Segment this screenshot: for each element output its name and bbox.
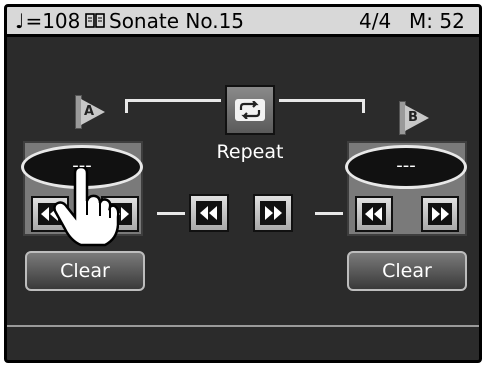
connector-line-top-right (279, 99, 365, 102)
repeat-label: Repeat (216, 141, 284, 163)
beat-display: 4/4 (359, 9, 392, 33)
marker-b-clear-button[interactable]: Clear (347, 251, 467, 291)
connector-line-left-down (125, 99, 128, 113)
screen: ♩=108 Sonate No.15 4/4 M: 52 A B Repeat … (4, 4, 482, 363)
rewind-icon (196, 201, 222, 225)
tempo-display: ♩=108 (15, 7, 80, 35)
rewind-icon (362, 203, 386, 225)
marker-a-clear-button[interactable]: Clear (25, 251, 145, 291)
flag-letter-a: A (84, 104, 95, 119)
connector-line-top-left (125, 99, 221, 102)
repeat-button[interactable] (225, 85, 275, 135)
marker-b-rewind-button[interactable] (355, 196, 393, 232)
connector-line-mid-left (157, 212, 185, 215)
tempo-value: =108 (25, 9, 81, 33)
marker-b-forward-button[interactable] (421, 196, 459, 232)
fast-forward-icon (428, 203, 452, 225)
flag-letter-b: B (408, 110, 418, 125)
connector-line-right-down (362, 99, 365, 113)
pointing-hand-icon (53, 167, 119, 247)
center-forward-button[interactable] (253, 194, 293, 232)
status-bar: ♩=108 Sonate No.15 4/4 M: 52 (7, 7, 479, 37)
connector-line-mid-right (315, 212, 343, 215)
fast-forward-icon (260, 201, 286, 225)
marker-b-display[interactable]: --- (345, 145, 467, 189)
song-title: Sonate No.15 (109, 9, 245, 33)
center-rewind-button[interactable] (189, 194, 229, 232)
quarter-note-icon: ♩ (15, 9, 25, 33)
marker-a-flag-icon: A (75, 95, 105, 129)
repeat-loop-icon (239, 101, 261, 119)
marker-b-flag-icon: B (399, 101, 429, 135)
bottom-divider (7, 325, 479, 327)
music-book-icon (85, 13, 105, 28)
measure-display: M: 52 (409, 9, 465, 33)
